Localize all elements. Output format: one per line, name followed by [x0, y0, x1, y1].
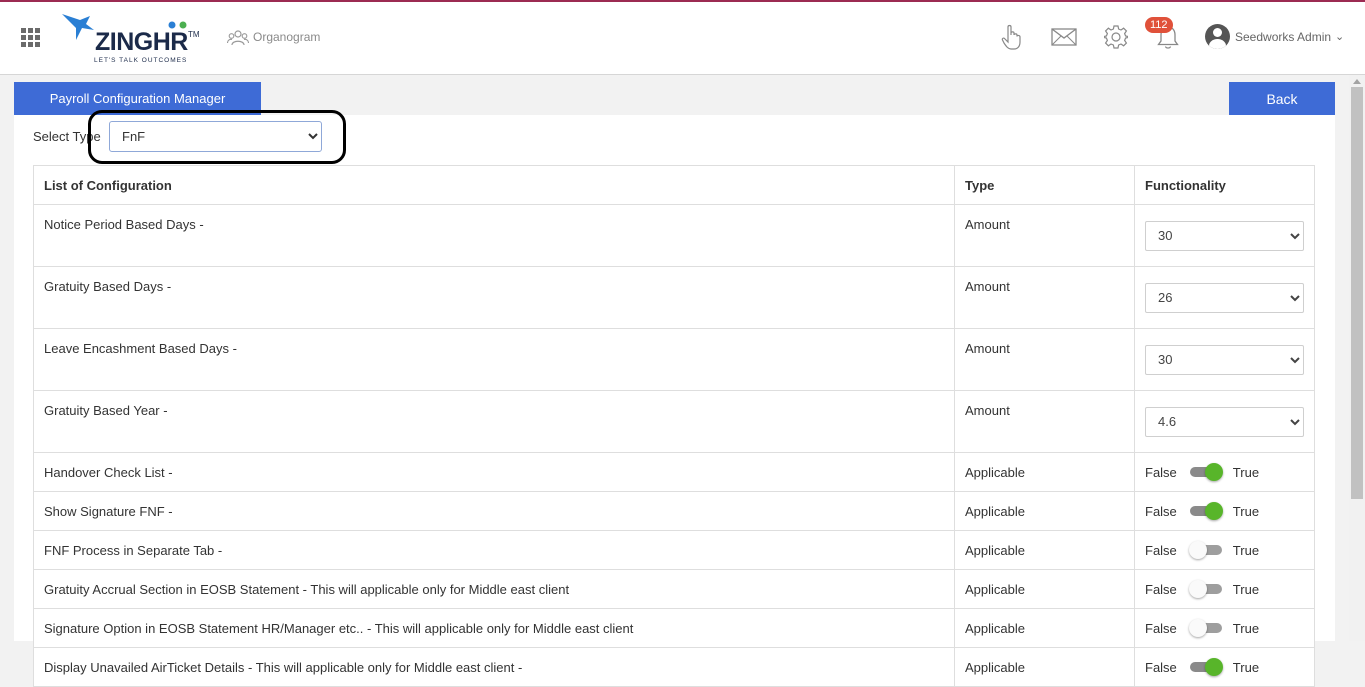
- true-label: True: [1232, 542, 1260, 558]
- mail-icon[interactable]: [1051, 28, 1077, 46]
- hand-pointer-icon[interactable]: [1001, 24, 1023, 50]
- config-label: Signature Option in EOSB Statement HR/Ma…: [33, 608, 955, 648]
- people-icon: [227, 30, 249, 46]
- false-label: False: [1145, 542, 1177, 558]
- show-signature-fnf-toggle[interactable]: [1189, 502, 1223, 520]
- select-type-label: Select Type: [33, 129, 101, 144]
- table-row: Gratuity Based Days - Amount 26: [33, 266, 1315, 329]
- table-row: FNF Process in Separate Tab - Applicable…: [33, 530, 1315, 570]
- config-label: Gratuity Accrual Section in EOSB Stateme…: [33, 569, 955, 609]
- config-label: FNF Process in Separate Tab -: [33, 530, 955, 570]
- scroll-thumb[interactable]: [1351, 87, 1363, 499]
- config-type: Applicable: [954, 608, 1135, 648]
- avatar-icon: [1205, 24, 1230, 49]
- table-row: Gratuity Accrual Section in EOSB Stateme…: [33, 569, 1315, 609]
- hummingbird-icon: [62, 14, 94, 40]
- false-label: False: [1145, 581, 1177, 597]
- app-grid-icon[interactable]: [21, 28, 41, 48]
- false-label: False: [1145, 620, 1177, 636]
- table-row: Signature Option in EOSB Statement HR/Ma…: [33, 608, 1315, 648]
- user-name: Seedworks Admin: [1235, 29, 1332, 44]
- config-type: Amount: [954, 390, 1135, 453]
- logo-tagline: LET'S TALK OUTCOMES: [94, 57, 188, 64]
- select-type-dropdown[interactable]: FnF: [109, 121, 322, 152]
- signature-option-eosb-toggle[interactable]: [1188, 619, 1223, 637]
- table-row: Handover Check List - Applicable False T…: [33, 452, 1315, 492]
- config-label: Handover Check List -: [33, 452, 955, 492]
- page-scrollbar[interactable]: [1349, 75, 1365, 641]
- config-label: Gratuity Based Days -: [33, 266, 955, 329]
- true-label: True: [1232, 581, 1260, 597]
- config-type: Applicable: [954, 491, 1135, 531]
- config-label: Display Unavailed AirTicket Details - Th…: [33, 647, 955, 687]
- zinghr-logo[interactable]: ZINGHR TM LET'S TALK OUTCOMES: [60, 10, 205, 66]
- true-label: True: [1232, 659, 1260, 675]
- notice-period-days-select[interactable]: 30: [1145, 220, 1304, 251]
- table-row: Gratuity Based Year - Amount 4.6: [33, 390, 1315, 453]
- config-type: Amount: [954, 328, 1135, 391]
- false-label: False: [1145, 464, 1177, 480]
- gratuity-year-select[interactable]: 4.6: [1145, 406, 1304, 437]
- back-button[interactable]: Back: [1229, 82, 1335, 115]
- config-type: Applicable: [954, 569, 1135, 609]
- config-type: Amount: [954, 266, 1135, 329]
- fnf-separate-tab-toggle[interactable]: [1188, 541, 1223, 559]
- notification-badge: 112: [1145, 17, 1173, 33]
- column-header-functionality: Functionality: [1134, 165, 1315, 205]
- table-header-row: List of Configuration Type Functionality: [33, 165, 1315, 205]
- configuration-table: List of Configuration Type Functionality…: [33, 165, 1315, 687]
- config-label: Show Signature FNF -: [33, 491, 955, 531]
- gear-icon[interactable]: [1104, 25, 1128, 49]
- organogram-link[interactable]: Organogram: [227, 26, 320, 48]
- logo-text: ZINGHR: [95, 28, 188, 56]
- table-row: Notice Period Based Days - Amount 30: [33, 204, 1315, 267]
- unavailed-airticket-toggle[interactable]: [1189, 658, 1223, 676]
- config-type: Applicable: [954, 647, 1135, 687]
- table-row: Display Unavailed AirTicket Details - Th…: [33, 647, 1315, 687]
- true-label: True: [1232, 620, 1260, 636]
- user-menu[interactable]: Seedworks Admin ⌄: [1205, 24, 1344, 49]
- leave-encashment-days-select[interactable]: 30: [1145, 344, 1304, 375]
- column-header-configuration: List of Configuration: [33, 165, 955, 205]
- gratuity-accrual-toggle[interactable]: [1188, 580, 1223, 598]
- false-label: False: [1145, 659, 1177, 675]
- true-label: True: [1232, 464, 1260, 480]
- config-type: Amount: [954, 204, 1135, 267]
- false-label: False: [1145, 503, 1177, 519]
- table-row: Leave Encashment Based Days - Amount 30: [33, 328, 1315, 391]
- page-title: Payroll Configuration Manager: [14, 82, 261, 115]
- config-type: Applicable: [954, 452, 1135, 492]
- logo-trademark: TM: [188, 30, 200, 39]
- organogram-label: Organogram: [253, 30, 321, 44]
- scroll-up-arrow-icon[interactable]: [1353, 79, 1361, 84]
- table-row: Show Signature FNF - Applicable False Tr…: [33, 491, 1315, 531]
- config-type: Applicable: [954, 530, 1135, 570]
- handover-checklist-toggle[interactable]: [1189, 463, 1223, 481]
- config-label: Leave Encashment Based Days -: [33, 328, 955, 391]
- true-label: True: [1232, 503, 1260, 519]
- config-label: Notice Period Based Days -: [33, 204, 955, 267]
- config-label: Gratuity Based Year -: [33, 390, 955, 453]
- gratuity-days-select[interactable]: 26: [1145, 282, 1304, 313]
- top-header: ZINGHR TM LET'S TALK OUTCOMES Organogram…: [0, 2, 1365, 75]
- chevron-down-icon: ⌄: [1335, 31, 1345, 43]
- column-header-type: Type: [954, 165, 1135, 205]
